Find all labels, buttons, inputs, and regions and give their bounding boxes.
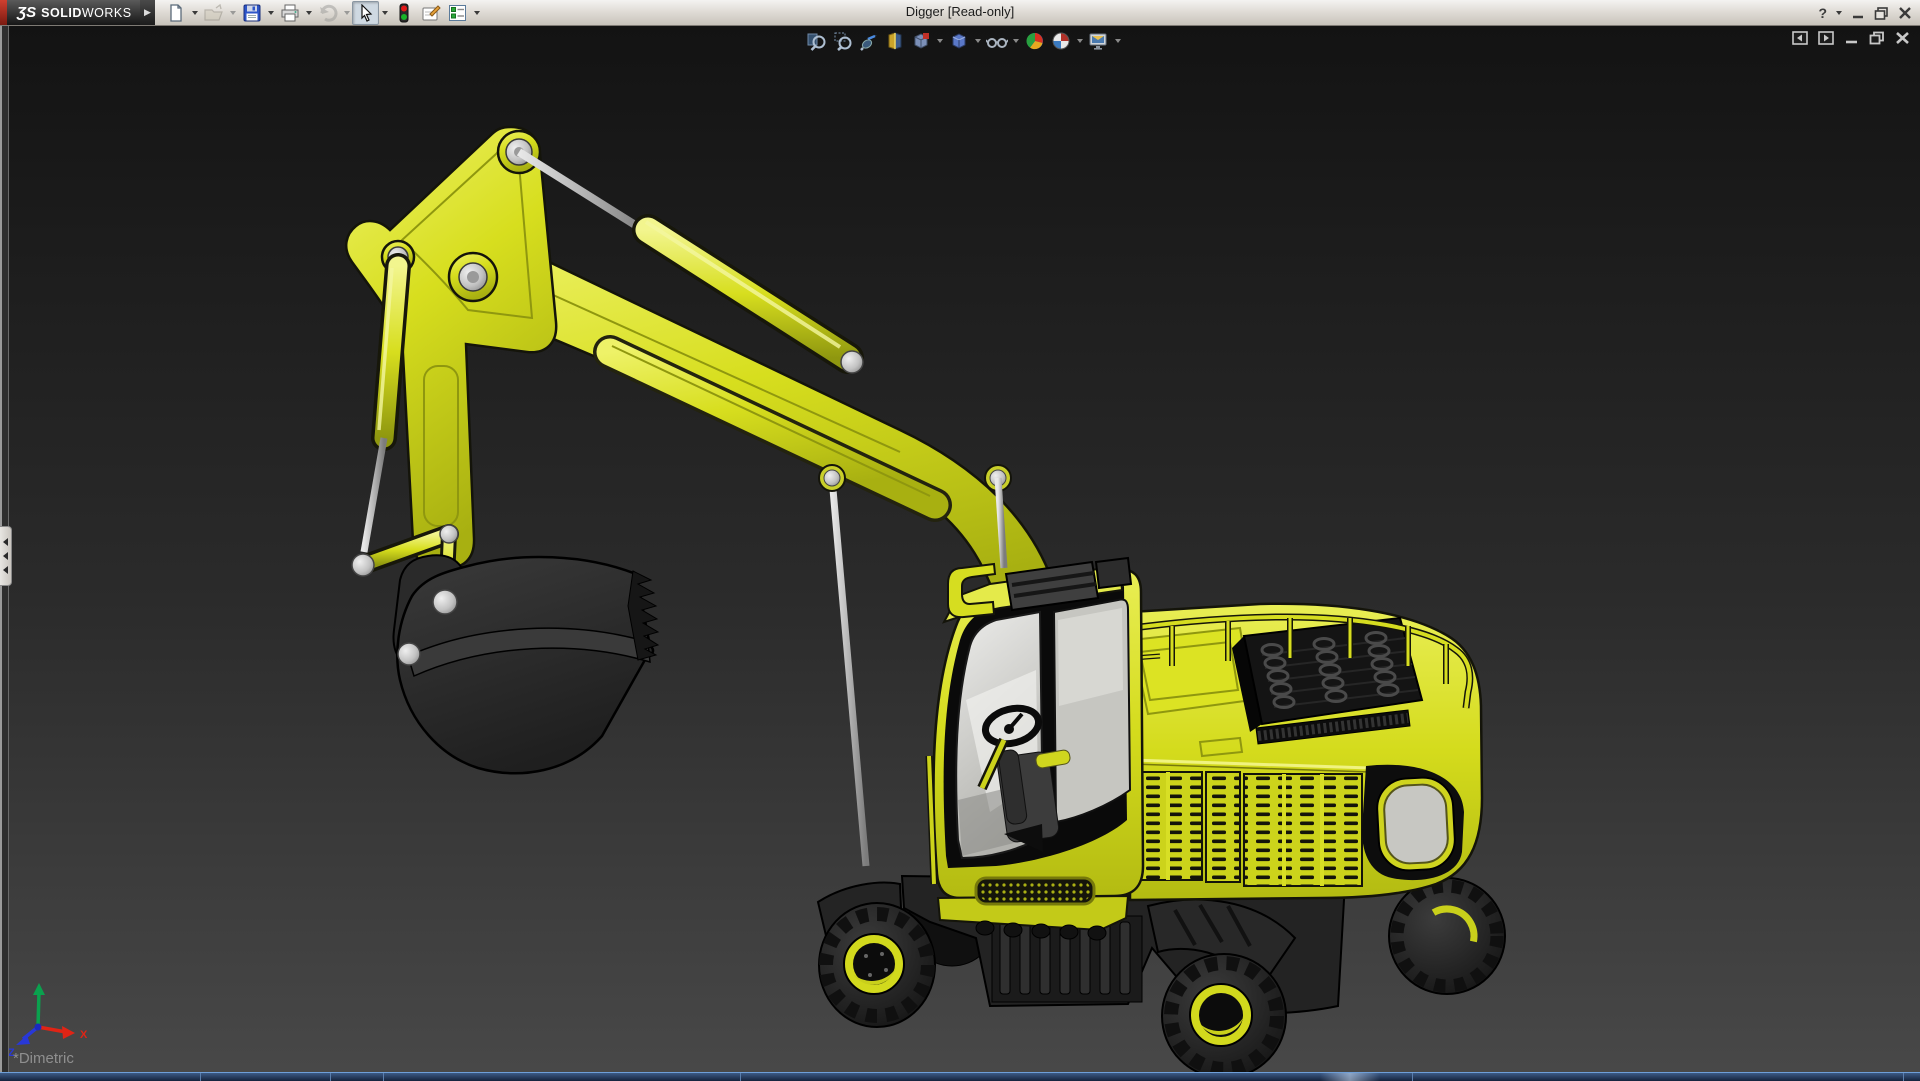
window-title: Digger [Read-only] [0, 4, 1920, 19]
edit-appearance-button[interactable] [1023, 29, 1047, 53]
help-dropdown[interactable] [1836, 11, 1842, 15]
panel-expand-handle[interactable] [0, 526, 12, 586]
previous-view-icon [859, 31, 879, 51]
view-orientation-label: *Dimetric [13, 1050, 74, 1067]
view-orientation-button[interactable] [909, 29, 933, 53]
wheel-front-right [1162, 954, 1286, 1072]
pane-right-icon[interactable] [1818, 31, 1834, 45]
color-sphere-icon [1025, 31, 1045, 51]
graphics-area[interactable]: X Z *Dimetric [0, 26, 1920, 1072]
zoom-to-fit-icon [807, 31, 827, 51]
zoom-to-fit-button[interactable] [805, 29, 829, 53]
section-view-button[interactable] [883, 29, 907, 53]
doc-minimize-icon[interactable] [1844, 31, 1859, 45]
x-axis-arrow [62, 1026, 75, 1039]
title-bar: ƷS SOLIDWORKS ▶ [0, 0, 1920, 26]
eyeglasses-icon [986, 31, 1008, 51]
previous-view-button[interactable] [857, 29, 881, 53]
zoom-to-area-icon [833, 31, 853, 51]
view-orientation-dropdown[interactable] [935, 29, 945, 53]
display-style-dropdown[interactable] [973, 29, 983, 53]
help-icon[interactable]: ? [1818, 5, 1827, 21]
display-style-button[interactable] [947, 29, 971, 53]
checkered-sphere-icon [1051, 31, 1071, 51]
hide-show-items-dropdown[interactable] [1011, 29, 1021, 53]
apply-scene-button[interactable] [1049, 29, 1073, 53]
close-icon[interactable] [1898, 6, 1912, 20]
apply-scene-dropdown[interactable] [1075, 29, 1085, 53]
cab [929, 558, 1143, 940]
doc-close-icon[interactable] [1895, 31, 1910, 45]
excavator-model [0, 26, 1920, 1072]
minimize-icon[interactable] [1851, 6, 1865, 20]
view-settings-button[interactable] [1087, 29, 1111, 53]
display-style-icon [949, 31, 969, 51]
wheel-front-left [819, 903, 935, 1027]
wheel-rear-right [1389, 878, 1505, 994]
hide-show-items-button[interactable] [985, 29, 1009, 53]
restore-icon[interactable] [1874, 6, 1889, 20]
view-settings-dropdown[interactable] [1113, 29, 1123, 53]
y-axis-arrow [33, 983, 45, 995]
heads-up-view-toolbar [805, 29, 1123, 53]
rear-window [1362, 765, 1464, 880]
zoom-to-area-button[interactable] [831, 29, 855, 53]
pane-left-icon[interactable] [1792, 31, 1808, 45]
section-view-icon [885, 31, 905, 51]
window-controls: ? [1818, 0, 1912, 25]
document-window-controls [1792, 31, 1910, 45]
x-axis-label: X [80, 1029, 88, 1041]
doc-restore-icon[interactable] [1869, 31, 1885, 45]
view-orientation-icon [911, 31, 931, 51]
monitor-icon [1088, 31, 1110, 51]
